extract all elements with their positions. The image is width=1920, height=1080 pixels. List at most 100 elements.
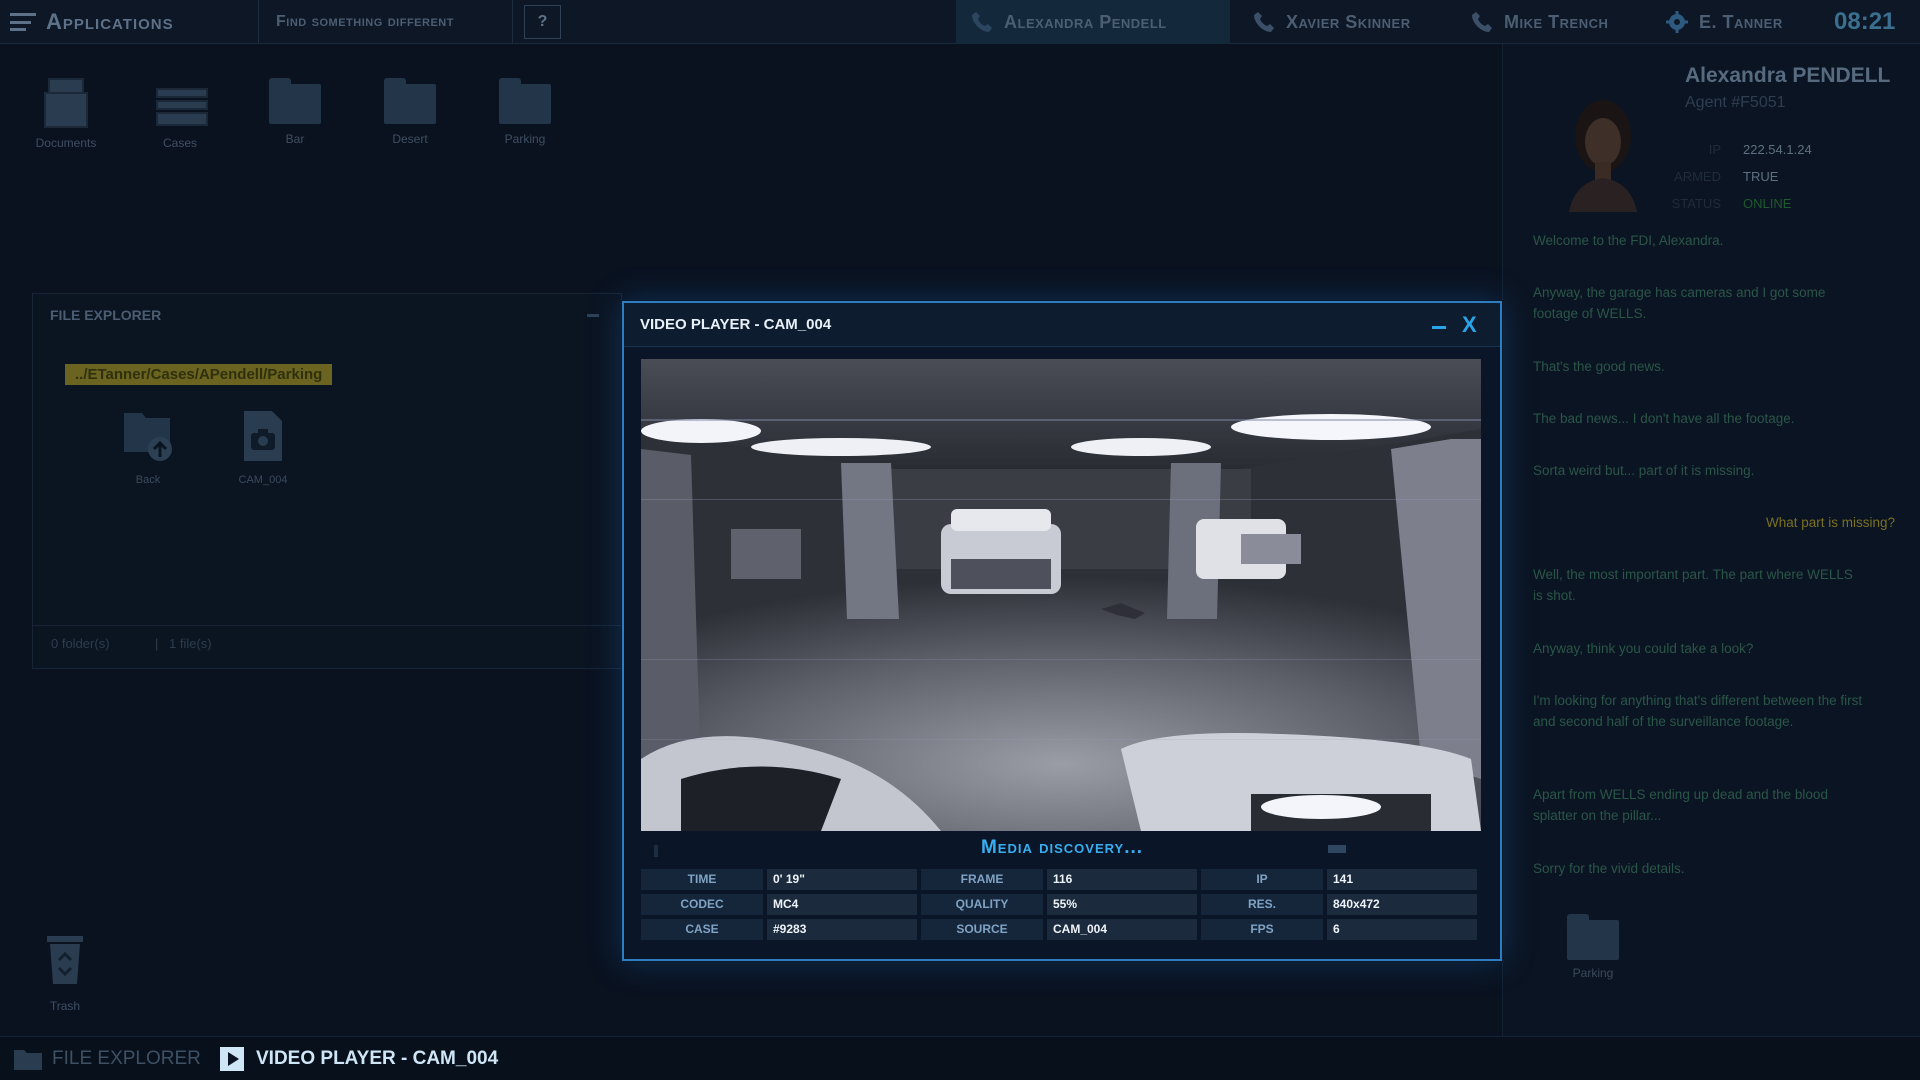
file-item-back[interactable]: Back [103, 409, 193, 486]
minimize-button[interactable] [587, 314, 599, 317]
folder-icon [269, 78, 321, 124]
chat-attachment-parking[interactable]: Parking [1543, 914, 1643, 980]
field-value: 6 [1327, 919, 1477, 940]
agent-name: Alexandra PENDELL [1685, 64, 1891, 87]
info-key: STATUS [1671, 196, 1721, 211]
info-key: ARMED [1674, 169, 1721, 184]
file-item-label: CAM_004 [238, 474, 288, 486]
info-row: CODEC MC4 QUALITY 55% RES. 840x472 [641, 894, 1484, 915]
chat-message: Sorry for the vivid details. [1533, 861, 1685, 876]
folders-count: 0 folder(s) [51, 636, 110, 651]
info-key: IP [1708, 142, 1721, 157]
divider [512, 0, 513, 44]
folder-icon [1567, 914, 1619, 960]
desktop-icon-label: Bar [285, 132, 305, 146]
applications-menu[interactable]: Applications [10, 0, 174, 44]
chat-message: I'm looking for anything that's differen… [1533, 693, 1863, 729]
desktop-icon-trash[interactable]: Trash [20, 932, 110, 1013]
chat-panel: Alexandra PENDELL Agent #F5051 IP 222.54… [1502, 44, 1920, 1036]
info-value: 222.54.1.24 [1743, 142, 1812, 157]
taskbar-label: VIDEO PLAYER - CAM_004 [256, 1048, 499, 1069]
desktop-icon-parking[interactable]: Parking [480, 78, 570, 146]
window-title: FILE EXPLORER [50, 307, 162, 323]
desktop-icon-documents[interactable]: Documents [21, 78, 111, 150]
chat-message: Anyway, the garage has cameras and I got… [1533, 285, 1826, 321]
taskbar: FILE EXPLORER VIDEO PLAYER - CAM_004 [0, 1036, 1920, 1080]
desktop-icon-label: Documents [35, 136, 97, 150]
desktop-icon-bar[interactable]: Bar [250, 78, 340, 146]
desktop-icon-cases[interactable]: Cases [135, 78, 225, 150]
desktop-icon-label: Trash [49, 999, 81, 1013]
close-button[interactable]: X [1462, 303, 1477, 347]
phone-icon [972, 12, 992, 32]
field-value: 116 [1047, 869, 1197, 890]
chat-message: Anyway, think you could take a look? [1533, 641, 1754, 656]
play-icon [218, 1046, 246, 1072]
contact-label: Alexandra Pendell [1004, 11, 1167, 32]
field-label: IP [1201, 869, 1323, 890]
trash-icon [47, 936, 83, 984]
info-row: CASE #9283 SOURCE CAM_004 FPS 6 [641, 919, 1484, 940]
info-row: TIME 0' 19" FRAME 116 IP 141 [641, 869, 1484, 890]
video-frame[interactable] [641, 359, 1481, 831]
chat-message: That's the good news. [1533, 359, 1665, 374]
clock: 08:21 [1834, 8, 1896, 35]
gear-icon [1666, 11, 1688, 33]
chat-message: Welcome to the FDI, Alexandra. [1533, 233, 1724, 248]
folder-back-icon [124, 413, 172, 461]
find-something-different-button[interactable]: Find something different [276, 0, 454, 44]
window-header[interactable]: VIDEO PLAYER - CAM_004 X [624, 303, 1500, 347]
field-label: TIME [641, 869, 763, 890]
field-label: FPS [1201, 919, 1323, 940]
field-label: QUALITY [921, 894, 1043, 915]
contact-mike-trench[interactable]: Mike Trench [1470, 0, 1608, 44]
file-item-label: Back [135, 474, 161, 486]
folder-icon [499, 78, 551, 124]
field-label: CASE [641, 919, 763, 940]
documents-icon [42, 78, 90, 128]
status-bar: 0 folder(s) | 1 file(s) [33, 625, 621, 651]
contact-alexandra-pendell[interactable]: Alexandra Pendell [956, 0, 1230, 44]
folder-icon [14, 1046, 42, 1072]
divider [258, 0, 259, 44]
chat-message: Sorta weird but... part of it is missing… [1533, 463, 1755, 478]
minimize-button[interactable] [1432, 326, 1446, 329]
attachment-label: Parking [1572, 966, 1614, 980]
field-value: MC4 [767, 894, 917, 915]
online-status: ONLINE [1743, 196, 1792, 211]
taskbar-item-video-player[interactable]: VIDEO PLAYER - CAM_004 [218, 1037, 498, 1080]
desktop-icon-desert[interactable]: Desert [365, 78, 455, 146]
chat-message: The bad news... I don't have all the foo… [1533, 411, 1795, 426]
chat-message: Apart from WELLS ending up dead and the … [1533, 787, 1828, 823]
window-title: VIDEO PLAYER - CAM_004 [640, 316, 832, 333]
video-file-icon [244, 411, 282, 461]
taskbar-item-file-explorer[interactable]: FILE EXPLORER [14, 1037, 201, 1080]
field-value: 141 [1327, 869, 1477, 890]
info-value: TRUE [1743, 169, 1779, 184]
surveillance-video-image [641, 359, 1481, 831]
help-button[interactable]: ? [524, 5, 561, 39]
top-bar: Applications Find something different ? … [0, 0, 1920, 44]
avatar [1563, 92, 1643, 212]
field-value: 0' 19" [767, 869, 917, 890]
field-label: SOURCE [921, 919, 1043, 940]
desktop-icon-label: Desert [392, 132, 428, 146]
contact-xavier-skinner[interactable]: Xavier Skinner [1252, 0, 1411, 44]
user-e-tanner[interactable]: E. Tanner [1665, 0, 1783, 44]
field-label: CODEC [641, 894, 763, 915]
chat-message: Well, the most important part. The part … [1533, 567, 1853, 603]
path-breadcrumb: ../ETanner/Cases/APendell/Parking [65, 364, 333, 385]
phone-icon [1472, 12, 1492, 32]
phone-icon [1254, 12, 1274, 32]
applications-label: Applications [46, 9, 174, 34]
chat-message-reply: What part is missing? [1765, 515, 1895, 530]
field-value: #9283 [767, 919, 917, 940]
file-item-cam-004[interactable]: CAM_004 [218, 409, 308, 486]
cases-icon [156, 78, 208, 128]
file-explorer-window[interactable]: FILE EXPLORER ../ETanner/Cases/APendell/… [32, 293, 622, 669]
field-value: 55% [1047, 894, 1197, 915]
agent-id: Agent #F5051 [1685, 94, 1786, 111]
field-label: FRAME [921, 869, 1043, 890]
video-player-window[interactable]: VIDEO PLAYER - CAM_004 X Media discovery… [622, 301, 1502, 961]
user-label: E. Tanner [1699, 11, 1783, 32]
